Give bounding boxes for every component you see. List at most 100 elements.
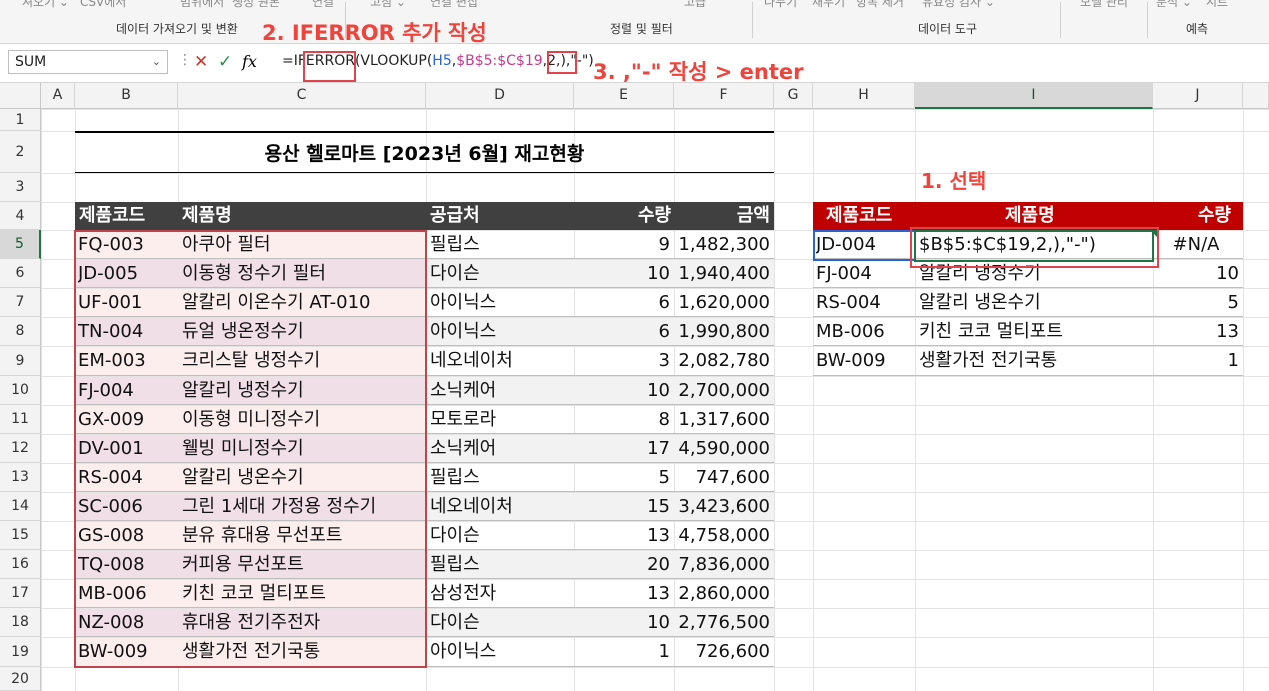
cell-lookup-qty[interactable]: 10 xyxy=(1153,259,1239,288)
row-header-18[interactable]: 18 xyxy=(0,608,41,637)
row-header-13[interactable]: 13 xyxy=(0,463,41,492)
cell-quantity[interactable]: 8 xyxy=(574,405,670,434)
confirm-icon[interactable]: ✓ xyxy=(218,52,232,72)
row-header-11[interactable]: 11 xyxy=(0,405,41,434)
column-header-h[interactable]: H xyxy=(813,83,915,109)
cell-amount[interactable]: 3,423,600 xyxy=(674,492,770,521)
ribbon-item[interactable]: 채우기 xyxy=(812,0,845,10)
row-header-5[interactable]: 5 xyxy=(0,230,41,259)
ribbon-item[interactable]: 져오기 ⌄ xyxy=(22,0,69,10)
row-header-3[interactable]: 3 xyxy=(0,173,41,202)
ribbon-item[interactable]: 분석 ⌄ xyxy=(1156,0,1192,10)
cell-amount[interactable]: 1,940,400 xyxy=(674,259,770,288)
cell-amount[interactable]: 4,590,000 xyxy=(674,434,770,463)
column-header-k[interactable] xyxy=(1243,83,1269,109)
row-header-4[interactable]: 4 xyxy=(0,202,41,230)
ribbon-item[interactable]: 연결 편집 xyxy=(430,0,478,10)
cell-supplier[interactable]: 아이닉스 xyxy=(430,637,574,667)
row-header-2[interactable]: 2 xyxy=(0,131,41,173)
ribbon-item[interactable]: 연결 xyxy=(312,0,334,10)
cell-amount[interactable]: 726,600 xyxy=(674,637,770,667)
cell-lookup-qty[interactable]: 5 xyxy=(1153,288,1239,317)
cell-quantity[interactable]: 5 xyxy=(574,463,670,492)
column-header-e[interactable]: E xyxy=(574,83,674,109)
ribbon-item[interactable]: 나누기 xyxy=(764,0,797,10)
ribbon-item[interactable]: 범위에서 xyxy=(180,0,224,10)
column-header-a[interactable]: A xyxy=(41,83,75,109)
cell-amount[interactable]: 1,482,300 xyxy=(674,230,770,259)
row-header-14[interactable]: 14 xyxy=(0,492,41,521)
row-header-8[interactable]: 8 xyxy=(0,317,41,346)
cell-supplier[interactable]: 네오네이처 xyxy=(430,346,574,376)
cell-lookup-code[interactable]: FJ-004 xyxy=(816,259,915,288)
cell-lookup-name[interactable]: 키친 코코 멀티포트 xyxy=(919,317,1151,346)
cell-quantity[interactable]: 13 xyxy=(574,579,670,608)
cell-quantity[interactable]: 15 xyxy=(574,492,670,521)
select-all-corner[interactable] xyxy=(0,83,41,109)
cell-quantity[interactable]: 17 xyxy=(574,434,670,463)
cell-supplier[interactable]: 다이슨 xyxy=(430,259,574,288)
cell-supplier[interactable]: 아이닉스 xyxy=(430,317,574,346)
column-header-d[interactable]: D xyxy=(426,83,574,109)
cell-quantity[interactable]: 1 xyxy=(574,637,670,667)
cell-lookup-code[interactable]: MB-006 xyxy=(816,317,915,346)
column-header-f[interactable]: F xyxy=(674,83,774,109)
column-header-j[interactable]: J xyxy=(1153,83,1243,109)
cell-quantity[interactable]: 10 xyxy=(574,259,670,288)
cell-supplier[interactable]: 소닉케어 xyxy=(430,434,574,463)
cell-lookup-qty[interactable]: 13 xyxy=(1153,317,1239,346)
cell-lookup-name[interactable]: 생활가전 전기국통 xyxy=(919,346,1151,376)
column-header-b[interactable]: B xyxy=(75,83,178,109)
cell-quantity[interactable]: 10 xyxy=(574,608,670,637)
column-header-g[interactable]: G xyxy=(774,83,813,109)
ribbon-item[interactable]: 시트 xyxy=(1206,0,1228,10)
row-header-19[interactable]: 19 xyxy=(0,637,41,667)
ribbon-item[interactable]: CSV에서 xyxy=(80,0,126,10)
row-header-17[interactable]: 17 xyxy=(0,579,41,608)
cell-quantity[interactable]: 6 xyxy=(574,288,670,317)
cell-quantity[interactable]: 20 xyxy=(574,550,670,579)
cell-supplier[interactable]: 다이슨 xyxy=(430,608,574,637)
ribbon-item[interactable]: 고침 ⌄ xyxy=(370,0,406,10)
cell-amount[interactable]: 2,860,000 xyxy=(674,579,770,608)
cell-supplier[interactable]: 소닉케어 xyxy=(430,376,574,405)
row-header-7[interactable]: 7 xyxy=(0,288,41,317)
cell-quantity[interactable]: 3 xyxy=(574,346,670,376)
cell-supplier[interactable]: 필립스 xyxy=(430,550,574,579)
cell-supplier[interactable]: 필립스 xyxy=(430,230,574,259)
cell-amount[interactable]: 2,700,000 xyxy=(674,376,770,405)
column-header-c[interactable]: C xyxy=(178,83,426,109)
cell-amount[interactable]: 7,836,000 xyxy=(674,550,770,579)
ribbon-item[interactable]: 유효성 검사 ⌄ xyxy=(922,0,995,10)
cell-amount[interactable]: 747,600 xyxy=(674,463,770,492)
row-header-20[interactable]: 20 xyxy=(0,667,41,691)
cell-amount[interactable]: 2,776,500 xyxy=(674,608,770,637)
row-header-1[interactable]: 1 xyxy=(0,109,41,131)
cell-quantity[interactable]: 13 xyxy=(574,521,670,550)
row-header-15[interactable]: 15 xyxy=(0,521,41,550)
cell-amount[interactable]: 2,082,780 xyxy=(674,346,770,376)
cell-lookup-name[interactable]: 알칼리 냉온수기 xyxy=(919,288,1151,317)
ribbon-item[interactable]: 모델 관리 xyxy=(1080,0,1128,10)
cell-lookup-qty[interactable]: #N/A xyxy=(1153,230,1239,259)
row-header-12[interactable]: 12 xyxy=(0,434,41,463)
function-icon[interactable]: fx xyxy=(242,52,257,71)
cell-lookup-qty[interactable]: 1 xyxy=(1153,346,1239,376)
cell-quantity[interactable]: 6 xyxy=(574,317,670,346)
row-header-6[interactable]: 6 xyxy=(0,259,41,288)
cell-supplier[interactable]: 다이슨 xyxy=(430,521,574,550)
cell-supplier[interactable]: 삼성전자 xyxy=(430,579,574,608)
row-header-16[interactable]: 16 xyxy=(0,550,41,579)
cell-lookup-code[interactable]: BW-009 xyxy=(816,346,915,376)
cell-amount[interactable]: 1,620,000 xyxy=(674,288,770,317)
column-header-i[interactable]: I xyxy=(915,83,1153,109)
ribbon-item[interactable]: 생성 원본 xyxy=(232,0,280,10)
ribbon-item[interactable]: 고급 xyxy=(684,0,706,10)
cell-quantity[interactable]: 9 xyxy=(574,230,670,259)
cancel-icon[interactable]: ✕ xyxy=(194,52,208,72)
cell-supplier[interactable]: 네오네이처 xyxy=(430,492,574,521)
cell-supplier[interactable]: 아이닉스 xyxy=(430,288,574,317)
cell-supplier[interactable]: 필립스 xyxy=(430,463,574,492)
cell-amount[interactable]: 4,758,000 xyxy=(674,521,770,550)
name-box[interactable]: SUM ⌄ xyxy=(8,50,168,74)
